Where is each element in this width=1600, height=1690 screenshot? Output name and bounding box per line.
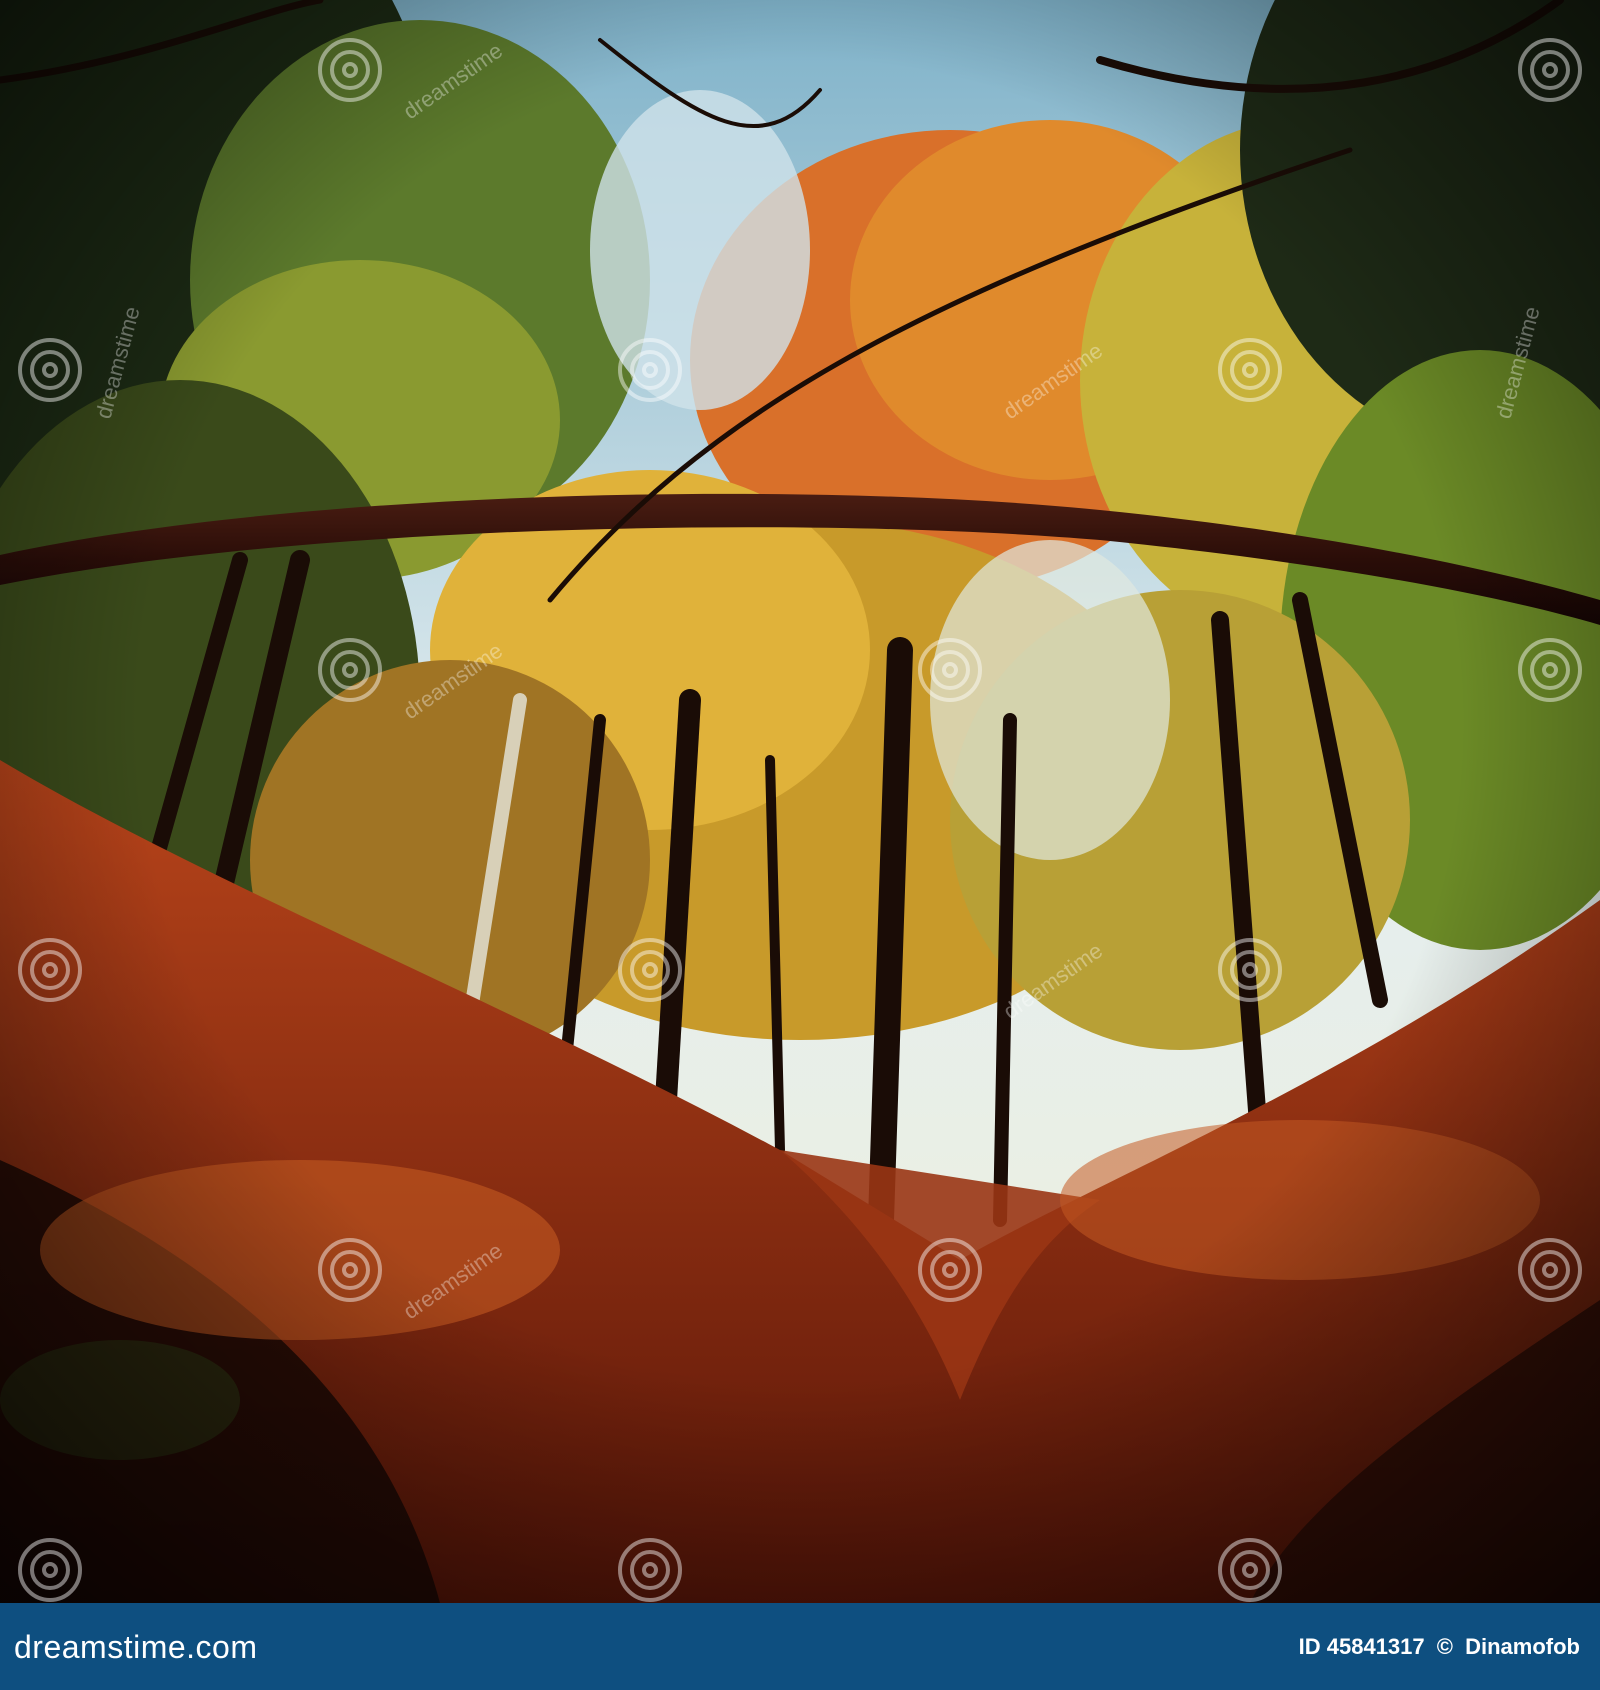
copyright-icon: © xyxy=(1436,1634,1453,1659)
image-id: ID 45841317 xyxy=(1298,1634,1425,1659)
image-credit: ID 45841317 © Dinamofob xyxy=(1293,1625,1580,1669)
dreamstime-logo[interactable]: dreamstime.com xyxy=(14,1623,258,1671)
author-name: Dinamofob xyxy=(1465,1634,1580,1659)
photo: dreamstime dreamstime dreamstime dreamst… xyxy=(0,0,1600,1603)
footer-bar: dreamstime.com ID 45841317 © Dinamofob xyxy=(0,1603,1600,1690)
